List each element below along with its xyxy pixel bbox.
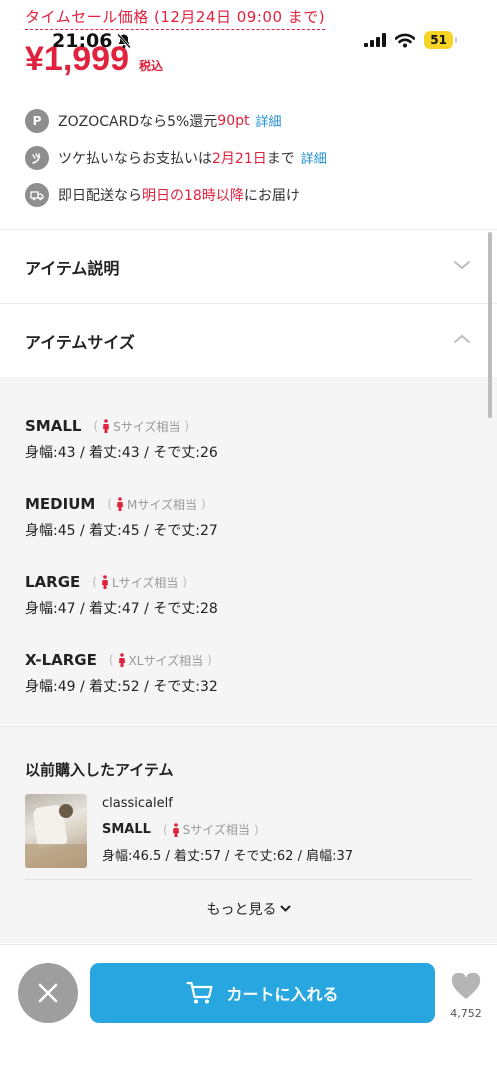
size-equivalent-label: Sサイズ相当	[182, 823, 250, 837]
item-description-accordion[interactable]: アイテム説明	[0, 229, 497, 303]
delivery-text-post: にお届け	[243, 187, 300, 204]
previous-item-size: SMALL ( Sサイズ相当 )	[102, 821, 353, 838]
size-equivalent-label: Lサイズ相当	[111, 575, 179, 590]
scrollbar[interactable]	[488, 232, 492, 418]
heart-icon	[451, 972, 481, 999]
battery-indicator: 51	[424, 31, 457, 49]
wifi-icon	[395, 33, 416, 47]
size-equivalent: ( Sサイズ相当 )	[162, 822, 259, 838]
size-measurements: 身幅:45 / 着丈:45 / そで丈:27	[25, 523, 218, 539]
zozocard-points: 90pt	[217, 112, 250, 129]
tsuke-text: ツケ払いならお支払いは	[58, 150, 212, 167]
chevron-down-icon	[454, 261, 470, 270]
size-name: LARGE	[25, 573, 81, 591]
previous-item-shop: classicalelf	[102, 796, 173, 811]
show-more-link[interactable]: もっと見る	[0, 899, 497, 919]
favorite-count: 4,752	[450, 1007, 482, 1020]
size-equivalent-label: Sサイズ相当	[113, 419, 181, 434]
divider	[25, 879, 472, 880]
favorite-button[interactable]: 4,752	[446, 972, 486, 1020]
signal-icon	[364, 33, 387, 47]
status-bar: タイムセール価格 (12月24日 09:00 まで) 21:06 51	[0, 0, 497, 60]
add-to-cart-label: カートに入れる	[226, 985, 339, 1004]
person-icon	[117, 497, 123, 511]
item-size-accordion[interactable]: アイテムサイズ	[0, 303, 497, 377]
delivery-text: 即日配送なら	[58, 187, 142, 204]
tsuke-date: 2月21日	[212, 150, 267, 167]
tsuke-text-post: まで	[266, 150, 295, 167]
size-equivalent: ( XLサイズ相当 )	[108, 653, 212, 668]
previous-item-size-name: SMALL	[102, 822, 151, 837]
chevron-down-icon	[280, 905, 290, 912]
status-time-text: 21:06	[52, 30, 113, 52]
size-name: X-LARGE	[25, 651, 97, 669]
item-description-title: アイテム説明	[25, 258, 120, 278]
delivery-info: 即日配送なら 明日の18時以降 にお届け	[25, 176, 327, 213]
close-icon	[38, 983, 58, 1003]
previous-purchases: 以前購入したアイテム classicalelf SMALL ( Sサイズ相当 )…	[0, 726, 497, 943]
delivery-time: 明日の18時以降	[142, 187, 244, 204]
size-block-medium: MEDIUM ( Mサイズ相当 ) 身幅:45 / 着丈:45 / そで丈:27	[25, 493, 218, 540]
size-block-large: LARGE ( Lサイズ相当 ) 身幅:47 / 着丈:47 / そで丈:28	[25, 571, 218, 618]
item-size-title: アイテムサイズ	[25, 332, 135, 352]
previous-item-thumbnail[interactable]	[25, 794, 87, 868]
chevron-up-icon	[454, 334, 470, 343]
close-button[interactable]	[18, 963, 78, 1023]
person-icon	[172, 822, 179, 837]
size-block-small: SMALL ( Sサイズ相当 ) 身幅:43 / 着丈:43 / そで丈:26	[25, 415, 218, 462]
size-name: MEDIUM	[25, 495, 96, 513]
size-panel: SMALL ( Sサイズ相当 ) 身幅:43 / 着丈:43 / そで丈:26 …	[0, 377, 497, 725]
size-equivalent-label: Mサイズ相当	[127, 497, 197, 512]
person-icon	[103, 419, 110, 433]
size-block-xlarge: X-LARGE ( XLサイズ相当 ) 身幅:49 / 着丈:52 / そで丈:…	[25, 649, 218, 696]
person-icon	[101, 575, 108, 589]
show-more-label: もっと見る	[206, 902, 277, 918]
previous-purchases-title: 以前購入したアイテム	[25, 761, 174, 779]
bottom-action-bar: カートに入れる 4,752	[0, 944, 497, 1080]
tsuke-info: ツケ払いならお支払いは 2月21日 まで 詳細	[25, 139, 327, 176]
bell-slash-icon	[117, 33, 132, 49]
timesale-label: タイムセール価格 (12月24日 09:00 まで)	[25, 6, 326, 30]
status-icons: 51	[364, 31, 457, 49]
status-time: 21:06	[52, 30, 132, 52]
size-equivalent-label: XLサイズ相当	[128, 653, 204, 668]
point-icon: P	[25, 108, 49, 133]
size-equivalent: ( Mサイズ相当 )	[107, 497, 206, 512]
size-equivalent: ( Lサイズ相当 )	[92, 575, 187, 590]
truck-icon	[25, 182, 49, 207]
size-measurements: 身幅:47 / 着丈:47 / そで丈:28	[25, 601, 218, 617]
previous-item-info[interactable]: classicalelf SMALL ( Sサイズ相当 ) 身幅:46.5 / …	[102, 796, 353, 864]
size-measurements: 身幅:43 / 着丈:43 / そで丈:26	[25, 445, 218, 461]
tsuke-detail-link[interactable]: 詳細	[301, 148, 327, 167]
previous-item-measurements: 身幅:46.5 / 着丈:57 / そで丈:62 / 肩幅:37	[102, 849, 354, 864]
zozocard-text: ZOZOCARDなら5%還元	[58, 113, 218, 130]
size-name: SMALL	[25, 417, 82, 435]
size-measurements: 身幅:49 / 着丈:52 / そで丈:32	[25, 679, 218, 695]
zozocard-detail-link[interactable]: 詳細	[256, 111, 282, 130]
cart-icon	[186, 981, 214, 1004]
size-equivalent: ( Sサイズ相当 )	[93, 419, 190, 434]
person-icon	[118, 653, 125, 667]
tsuke-icon	[25, 145, 49, 170]
zozocard-info: P ZOZOCARDなら5%還元 90pt 詳細	[25, 102, 327, 139]
add-to-cart-button[interactable]: カートに入れる	[90, 963, 435, 1023]
purchase-info-list: P ZOZOCARDなら5%還元 90pt 詳細 ツケ払いならお支払いは 2月2…	[25, 102, 327, 213]
